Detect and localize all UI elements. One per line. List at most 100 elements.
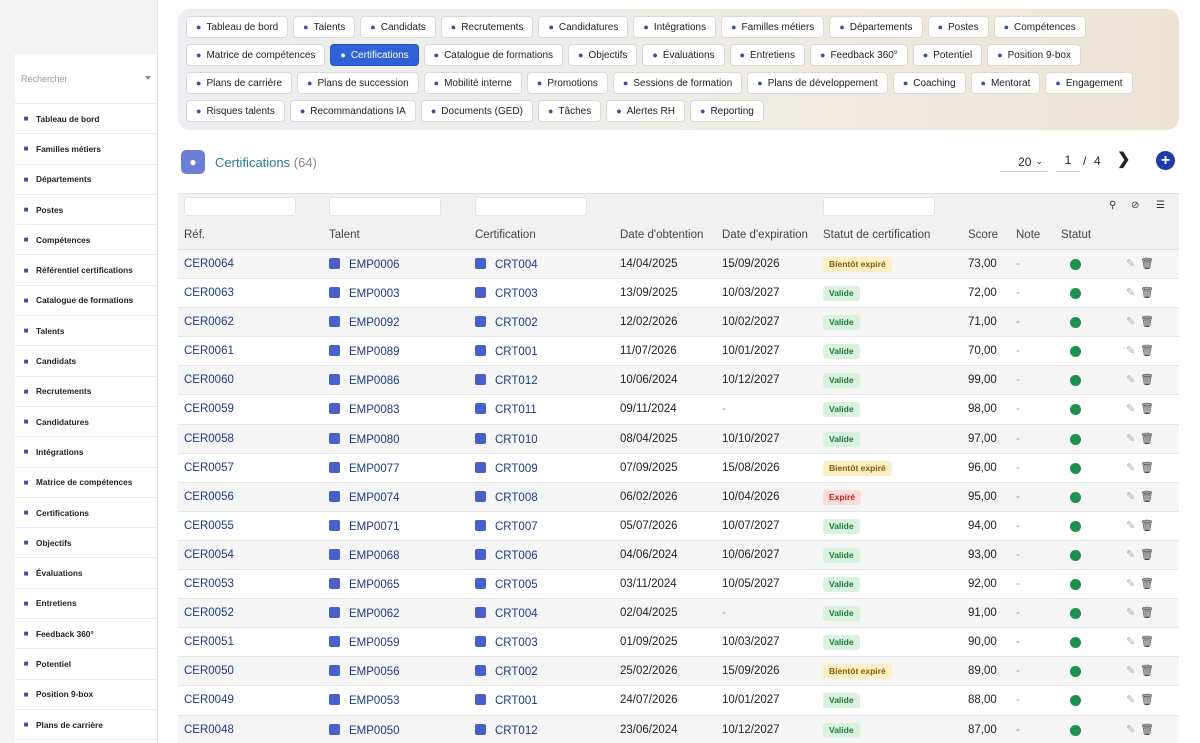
trash-icon[interactable]: 🗑 <box>1140 635 1154 648</box>
pencil-icon[interactable]: ✎ <box>1126 461 1135 474</box>
ref-link[interactable]: CER0059 <box>184 403 234 415</box>
certification-link[interactable]: CRT004 <box>475 258 538 271</box>
table-row[interactable]: CER0050 EMP0056 CRT002 25/02/2026 15/09/2026… <box>178 657 1179 687</box>
ref-link[interactable]: CER0048 <box>184 724 234 736</box>
sidebar-item[interactable]: ■ Feedback 360° <box>15 619 157 650</box>
nav-tab[interactable]: ● Entretiens <box>729 44 805 66</box>
table-row[interactable]: CER0053 EMP0065 CRT005 03/11/2024 10/05/2027… <box>178 570 1179 600</box>
pencil-icon[interactable]: ✎ <box>1126 606 1135 619</box>
nav-tab[interactable]: ● Mobilité interne <box>423 72 522 94</box>
sidebar-item[interactable]: ■ Matrice de compétences <box>15 468 157 498</box>
nav-tab[interactable]: ● Candidatures <box>538 16 629 38</box>
talent-link[interactable]: EMP0077 <box>329 461 400 475</box>
nav-tab[interactable]: ● Plans de succession <box>297 72 419 94</box>
ref-link[interactable]: CER0054 <box>184 549 234 561</box>
ref-link[interactable]: CER0064 <box>184 258 234 270</box>
nav-tab[interactable]: ● Recommandations IA <box>289 100 416 122</box>
talent-link[interactable]: EMP0083 <box>329 403 400 416</box>
sidebar-item[interactable]: ■ Certifications <box>15 498 157 529</box>
table-row[interactable]: CER0058 EMP0080 CRT010 08/04/2025 10/10/2027… <box>178 424 1179 454</box>
column-list-icon[interactable]: ☰ <box>1156 200 1165 211</box>
table-row[interactable]: CER0051 EMP0059 CRT003 01/09/2025 10/03/2027… <box>178 628 1179 658</box>
table-row[interactable]: CER0056 EMP0074 CRT008 06/02/2026 10/04/2026… <box>178 482 1179 512</box>
certification-link[interactable]: CRT001 <box>475 345 538 358</box>
column-header[interactable]: Talent <box>329 229 360 241</box>
certification-link[interactable]: CRT003 <box>475 636 538 649</box>
sidebar-item[interactable]: ■ Candidats <box>15 346 157 377</box>
certification-link[interactable]: CRT005 <box>475 578 538 591</box>
certification-link[interactable]: CRT007 <box>475 519 538 533</box>
certification-link[interactable]: CRT010 <box>475 432 538 446</box>
trash-icon[interactable]: 🗑 <box>1140 723 1154 736</box>
talent-link[interactable]: EMP0053 <box>329 694 400 707</box>
pencil-icon[interactable]: ✎ <box>1126 373 1135 386</box>
column-header[interactable]: Date d'expiration <box>722 229 808 241</box>
certification-link[interactable]: CRT008 <box>475 490 538 504</box>
nav-tab[interactable]: ● Tableau de bord <box>186 16 289 38</box>
page-number-input[interactable]: 1 <box>1056 152 1080 172</box>
nav-tab[interactable]: ● Intégrations <box>633 16 717 38</box>
nav-tab[interactable]: ● Coaching <box>892 72 966 94</box>
ref-link[interactable]: CER0061 <box>184 345 234 357</box>
column-header[interactable]: Statut <box>1061 229 1091 241</box>
sidebar-item[interactable]: ■ Compétences <box>15 225 157 256</box>
pencil-icon[interactable]: ✎ <box>1126 693 1135 706</box>
table-row[interactable]: CER0060 EMP0086 CRT012 10/06/2024 10/12/2027… <box>178 366 1179 396</box>
trash-icon[interactable]: 🗑 <box>1140 344 1154 357</box>
pencil-icon[interactable]: ✎ <box>1126 257 1135 270</box>
pencil-icon[interactable]: ✎ <box>1126 344 1135 357</box>
nav-tab[interactable]: ● Promotions <box>526 72 608 94</box>
next-page-button[interactable]: ❯ <box>1117 149 1130 169</box>
ref-link[interactable]: CER0060 <box>184 374 234 386</box>
nav-tab[interactable]: ● Risques talents <box>186 100 285 122</box>
certification-link[interactable]: CRT004 <box>475 607 538 620</box>
filter-certification-input[interactable] <box>475 197 587 216</box>
sidebar-item[interactable]: ■ Candidatures <box>15 407 157 438</box>
talent-link[interactable]: EMP0086 <box>329 374 400 387</box>
nav-tab[interactable]: ● Plans de développement <box>747 72 888 94</box>
sidebar-item[interactable]: ■ Catalogue de formations <box>15 286 157 317</box>
nav-tab[interactable]: ● Potentiel <box>912 44 983 66</box>
pencil-icon[interactable]: ✎ <box>1126 519 1135 532</box>
talent-link[interactable]: EMP0050 <box>329 723 400 737</box>
talent-link[interactable]: EMP0089 <box>329 345 400 358</box>
trash-icon[interactable]: 🗑 <box>1140 693 1154 706</box>
nav-tab[interactable]: ● Feedback 360° <box>810 44 908 66</box>
trash-icon[interactable]: 🗑 <box>1140 286 1154 299</box>
certification-link[interactable]: CRT009 <box>475 461 538 475</box>
nav-tab[interactable]: ● Départements <box>829 16 923 38</box>
nav-tab[interactable]: ● Recrutements <box>440 16 534 38</box>
ref-link[interactable]: CER0050 <box>184 665 234 677</box>
trash-icon[interactable]: 🗑 <box>1140 606 1154 619</box>
trash-icon[interactable]: 🗑 <box>1140 577 1154 590</box>
nav-tab[interactable]: ● Sessions de formation <box>612 72 743 94</box>
nav-tab[interactable]: ● Certifications <box>330 44 419 66</box>
pencil-icon[interactable]: ✎ <box>1126 635 1135 648</box>
sidebar-item[interactable]: ■ Départements <box>15 165 157 195</box>
column-header[interactable]: Score <box>968 229 998 241</box>
trash-icon[interactable]: 🗑 <box>1140 519 1154 532</box>
ref-link[interactable]: CER0057 <box>184 462 234 474</box>
column-header[interactable]: Certification <box>475 229 536 241</box>
sidebar-item[interactable]: ■ Recrutements <box>15 377 157 407</box>
certification-link[interactable]: CRT003 <box>475 287 538 300</box>
filter-status-input[interactable] <box>823 197 935 216</box>
trash-icon[interactable]: 🗑 <box>1140 432 1154 445</box>
pencil-icon[interactable]: ✎ <box>1126 723 1135 736</box>
table-row[interactable]: CER0062 EMP0092 CRT002 12/02/2026 10/02/2027… <box>178 308 1179 338</box>
ref-link[interactable]: CER0052 <box>184 607 234 619</box>
talent-link[interactable]: EMP0074 <box>329 490 400 504</box>
certification-link[interactable]: CRT002 <box>475 316 538 329</box>
nav-tab[interactable]: ● Familles métiers <box>721 16 825 38</box>
certification-link[interactable]: CRT001 <box>475 694 538 707</box>
column-header[interactable]: Statut de certification <box>823 229 930 241</box>
trash-icon[interactable]: 🗑 <box>1140 373 1154 386</box>
talent-link[interactable]: EMP0056 <box>329 665 400 678</box>
talent-link[interactable]: EMP0059 <box>329 636 400 649</box>
table-row[interactable]: CER0057 EMP0077 CRT009 07/09/2025 15/08/2026… <box>178 453 1179 483</box>
table-row[interactable]: CER0061 EMP0089 CRT001 11/07/2026 10/01/2027… <box>178 337 1179 367</box>
sidebar-item[interactable]: ■ Objectifs <box>15 528 157 559</box>
talent-link[interactable]: EMP0065 <box>329 578 400 591</box>
nav-tab[interactable]: ● Compétences <box>993 16 1086 38</box>
certification-link[interactable]: CRT011 <box>475 403 537 416</box>
